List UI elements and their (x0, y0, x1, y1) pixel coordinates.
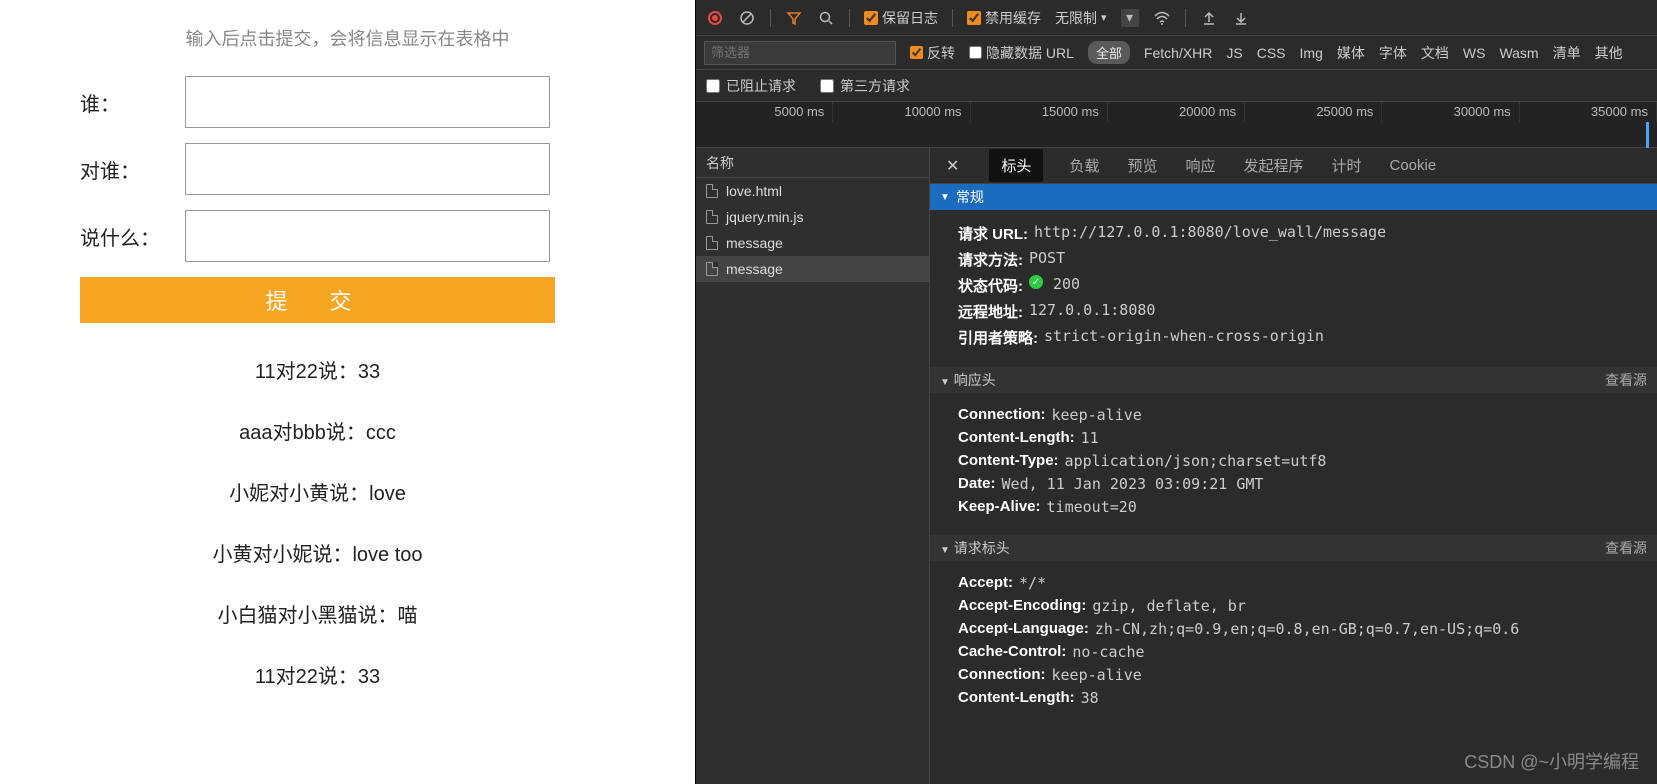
wifi-icon[interactable] (1153, 9, 1171, 27)
filter-input[interactable] (704, 41, 896, 65)
filter-type[interactable]: CSS (1257, 45, 1286, 61)
view-source-link[interactable]: 查看源 (1605, 538, 1647, 558)
label-referrer: 引用者策略: (958, 327, 1038, 348)
request-list-header: 名称 (696, 148, 929, 178)
timeline-tick: 30000 ms (1382, 102, 1519, 122)
label-request-url: 请求 URL: (958, 223, 1028, 244)
filter-type[interactable]: 字体 (1379, 43, 1407, 63)
view-source-link[interactable]: 查看源 (1605, 370, 1647, 390)
file-icon (706, 236, 718, 250)
message-list: 11对22说：33 aaa对bbb说：ccc 小妮对小黄说：love 小黄对小妮… (80, 355, 615, 689)
chevron-down-icon[interactable]: ▾ (1121, 9, 1139, 27)
label-remote: 远程地址: (958, 301, 1023, 322)
message-item: 11对22说：33 (80, 660, 555, 689)
tab-payload[interactable]: 负载 (1067, 149, 1101, 182)
timeline-tick: 35000 ms (1520, 102, 1657, 122)
timeline-tick: 10000 ms (833, 102, 970, 122)
request-detail: ✕ 标头 负载 预览 响应 发起程序 计时 Cookie ▼常规 请求 URL:… (930, 148, 1657, 784)
request-item[interactable]: message (696, 230, 929, 256)
value-referrer: strict-origin-when-cross-origin (1044, 327, 1324, 348)
hide-data-url-checkbox[interactable]: 隐藏数据 URL (969, 43, 1074, 63)
detail-tabs: ✕ 标头 负载 预览 响应 发起程序 计时 Cookie (930, 148, 1657, 184)
label-status: 状态代码: (958, 275, 1023, 296)
input-to-whom[interactable] (185, 143, 550, 195)
web-page: 输入后点击提交，会将信息显示在表格中 谁： 对谁： 说什么： 提 交 11对22… (0, 0, 695, 784)
request-item[interactable]: message (696, 256, 929, 282)
tab-preview[interactable]: 预览 (1125, 149, 1159, 182)
devtools-optionsbar: 已阻止请求 第三方请求 (696, 70, 1657, 102)
message-item: 11对22说：33 (80, 355, 555, 384)
filter-type[interactable]: 文档 (1421, 43, 1449, 63)
clear-icon[interactable] (738, 9, 756, 27)
value-status: 200 (1053, 275, 1080, 296)
input-say-what[interactable] (185, 210, 550, 262)
filter-type[interactable]: 清单 (1553, 43, 1581, 63)
record-icon[interactable] (706, 9, 724, 27)
request-headers-block: Accept:*/* Accept-Encoding:gzip, deflate… (930, 561, 1657, 726)
tab-timing[interactable]: 计时 (1329, 149, 1363, 182)
filter-type[interactable]: JS (1226, 45, 1242, 61)
label-method: 请求方法: (958, 249, 1023, 270)
request-list: 名称 love.html jquery.min.js message messa… (696, 148, 930, 784)
filter-type[interactable]: 媒体 (1337, 43, 1365, 63)
preserve-log-checkbox[interactable]: 保留日志 (864, 8, 938, 28)
value-method: POST (1029, 249, 1065, 270)
general-block: 请求 URL: http://127.0.0.1:8080/love_wall/m… (930, 210, 1657, 367)
message-item: 小黄对小妮说：love too (80, 538, 555, 567)
label-say-what: 说什么： (80, 222, 185, 251)
filter-type[interactable]: Fetch/XHR (1144, 45, 1212, 61)
label-who: 谁： (80, 88, 185, 117)
section-response-headers[interactable]: ▼ 响应头 查看源 (930, 367, 1657, 393)
thirdparty-requests-checkbox[interactable]: 第三方请求 (820, 76, 910, 96)
message-item: 小妮对小黄说：love (80, 477, 555, 506)
form-row-say-what: 说什么： (80, 210, 615, 262)
invert-checkbox[interactable]: 反转 (910, 43, 955, 63)
network-timeline[interactable]: 5000 ms 10000 ms 15000 ms 20000 ms 25000… (696, 102, 1657, 148)
file-icon (706, 184, 718, 198)
value-remote: 127.0.0.1:8080 (1029, 301, 1155, 322)
message-item: 小白猫对小黑猫说：喵 (80, 599, 555, 628)
page-subtitle: 输入后点击提交，会将信息显示在表格中 (80, 25, 615, 51)
timeline-marker (1646, 122, 1649, 148)
close-icon[interactable]: ✕ (940, 156, 965, 176)
response-headers-block: Connection:keep-alive Content-Length:11 … (930, 393, 1657, 535)
filter-type[interactable]: 其他 (1595, 43, 1623, 63)
devtools-filterbar: 反转 隐藏数据 URL 全部 Fetch/XHR JS CSS Img 媒体 字… (696, 36, 1657, 70)
filter-type[interactable]: WS (1463, 45, 1486, 61)
file-icon (706, 262, 718, 276)
label-to-whom: 对谁： (80, 155, 185, 184)
devtools-panel: 保留日志 禁用缓存 无限制▾ ▾ 反转 隐藏数据 URL 全部 Fetch/XH… (695, 0, 1657, 784)
request-item[interactable]: jquery.min.js (696, 204, 929, 230)
devtools-toolbar: 保留日志 禁用缓存 无限制▾ ▾ (696, 0, 1657, 36)
throttle-select[interactable]: 无限制▾ (1055, 8, 1107, 28)
timeline-tick: 5000 ms (696, 102, 833, 122)
filter-icon[interactable] (785, 9, 803, 27)
section-request-headers[interactable]: ▼ 请求标头 查看源 (930, 535, 1657, 561)
tab-cookies[interactable]: Cookie (1388, 151, 1439, 180)
timeline-tick: 20000 ms (1108, 102, 1245, 122)
request-item[interactable]: love.html (696, 178, 929, 204)
search-icon[interactable] (817, 9, 835, 27)
upload-icon[interactable] (1200, 9, 1218, 27)
filter-type[interactable]: Wasm (1499, 45, 1538, 61)
timeline-tick: 15000 ms (971, 102, 1108, 122)
form-row-to-whom: 对谁： (80, 143, 615, 195)
download-icon[interactable] (1232, 9, 1250, 27)
submit-button[interactable]: 提 交 (80, 277, 555, 323)
tab-initiator[interactable]: 发起程序 (1241, 149, 1305, 182)
filter-all[interactable]: 全部 (1088, 41, 1130, 64)
status-ok-icon: ✓ (1029, 275, 1043, 289)
section-general[interactable]: ▼常规 (930, 184, 1657, 210)
tab-headers[interactable]: 标头 (989, 149, 1043, 182)
file-icon (706, 210, 718, 224)
tab-response[interactable]: 响应 (1183, 149, 1217, 182)
form-row-who: 谁： (80, 76, 615, 128)
message-item: aaa对bbb说：ccc (80, 416, 555, 445)
timeline-tick: 25000 ms (1245, 102, 1382, 122)
filter-type[interactable]: Img (1300, 45, 1323, 61)
blocked-requests-checkbox[interactable]: 已阻止请求 (706, 76, 796, 96)
disable-cache-checkbox[interactable]: 禁用缓存 (967, 8, 1041, 28)
input-who[interactable] (185, 76, 550, 128)
value-request-url: http://127.0.0.1:8080/love_wall/message (1034, 223, 1386, 244)
